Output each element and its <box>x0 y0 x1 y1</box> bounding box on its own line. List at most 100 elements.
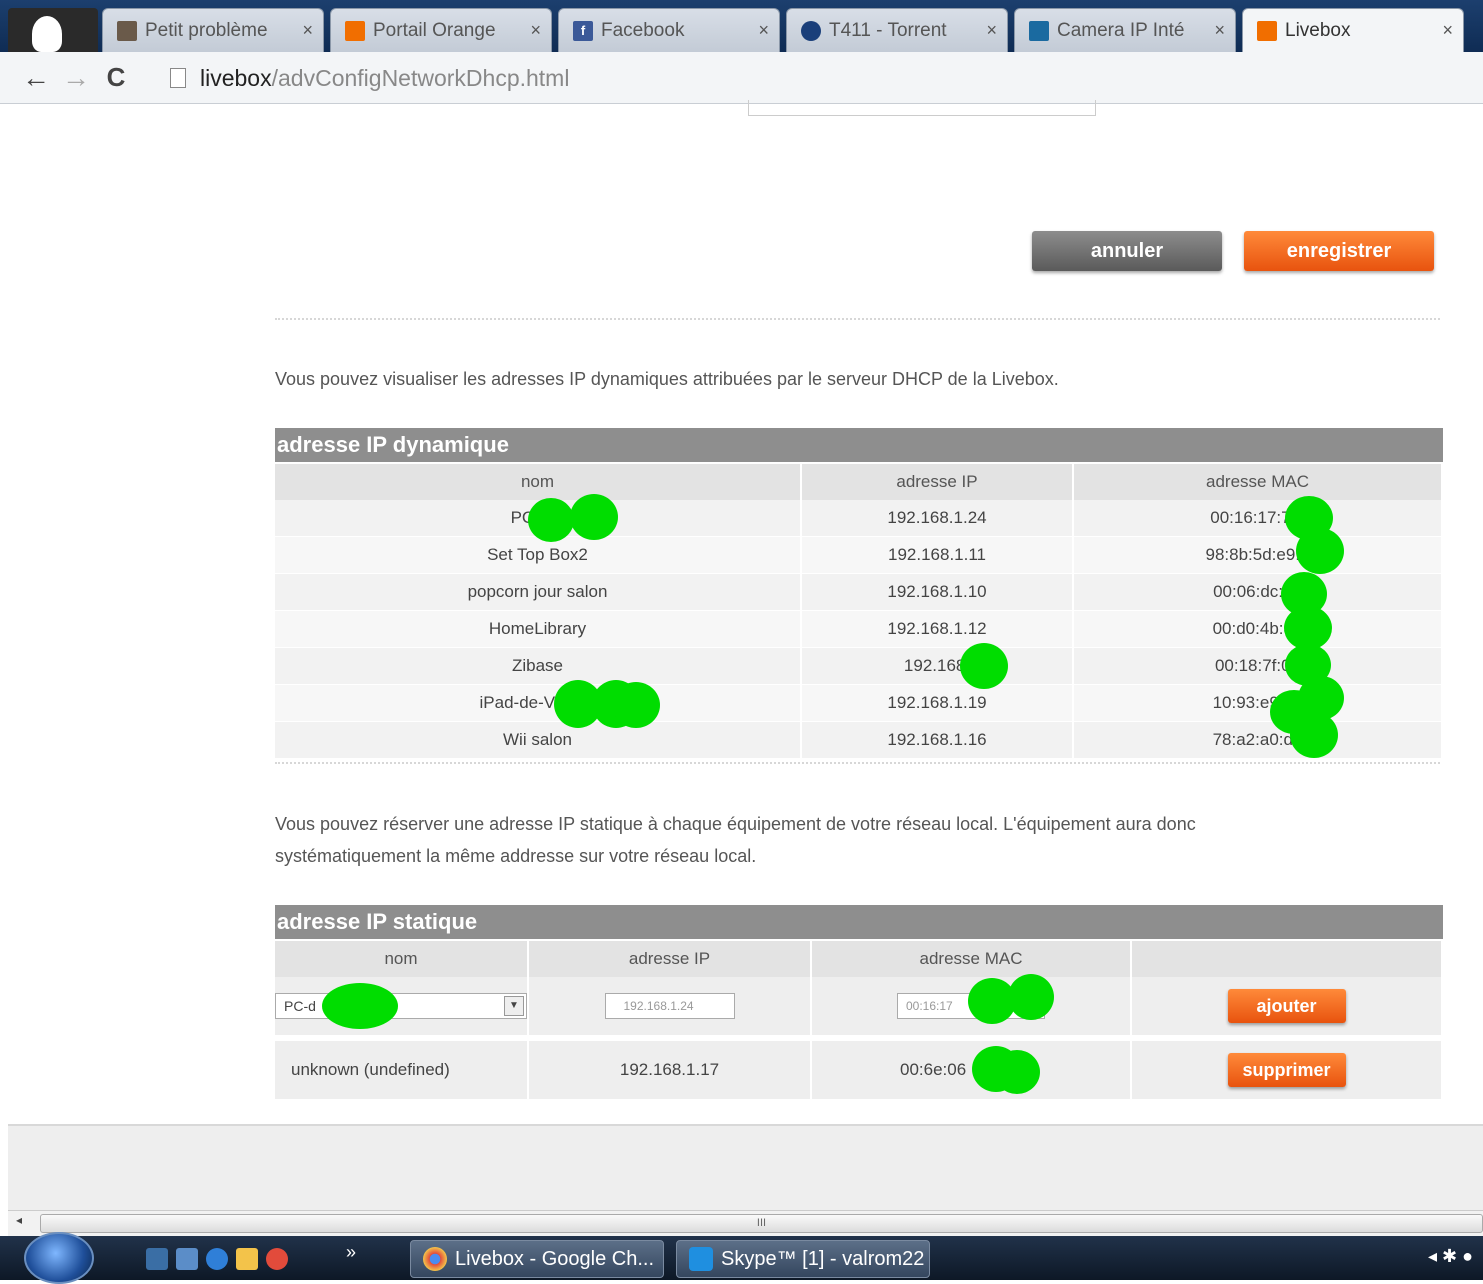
show-desktop-icon[interactable] <box>146 1248 168 1270</box>
tab-facebook[interactable]: f Facebook × <box>558 8 780 52</box>
switch-windows-icon[interactable] <box>176 1248 198 1270</box>
table-row: popcorn jour salon 192.168.1.10 00:06:dc… <box>275 574 1443 611</box>
ie-icon[interactable] <box>206 1248 228 1270</box>
device-ip: 192.168. <box>802 648 1074 685</box>
col-header-mac: adresse MAC <box>812 941 1132 977</box>
name-select-cell: PC-d ▼ <box>275 977 529 1041</box>
torrent-icon <box>801 20 821 41</box>
tab-portail-orange[interactable]: Portail Orange × <box>330 8 552 52</box>
col-header-ip: adresse IP <box>802 464 1074 500</box>
tab-livebox[interactable]: Livebox × <box>1242 8 1464 52</box>
redaction-mark <box>1008 974 1054 1020</box>
device-mac: 00:16:17:71: <box>1074 500 1443 537</box>
table-row: Set Top Box2 192.168.1.11 98:8b:5d:e9:1 <box>275 537 1443 574</box>
page-icon <box>170 68 186 88</box>
device-name-select-value: PC-d <box>284 998 316 1014</box>
device-mac: 00:d0:4b:89 <box>1074 611 1443 648</box>
url-host: livebox <box>200 64 272 91</box>
device-mac: 98:8b:5d:e9:1 <box>1074 537 1443 574</box>
dynamic-section-title: adresse IP dynamique <box>275 428 1443 462</box>
profile-avatar[interactable] <box>8 8 98 52</box>
col-header-ip: adresse IP <box>529 941 812 977</box>
redaction-mark <box>994 1050 1040 1094</box>
redaction-mark <box>322 983 398 1029</box>
url-path: /advConfigNetworkDhcp.html <box>271 64 570 91</box>
close-tab-icon[interactable]: × <box>1214 20 1225 41</box>
taskbar-window-label: Skype™ [1] - valrom22 <box>721 1247 925 1270</box>
table-row: Zibase 192.168. 00:18:7f:00 <box>275 648 1443 685</box>
orange-icon <box>345 20 365 41</box>
dynamic-ip-table: nom adresse IP adresse MAC PC-de- 192.16… <box>275 464 1443 759</box>
chrome-icon[interactable] <box>266 1248 288 1270</box>
orange-icon <box>1257 20 1277 41</box>
app-icon[interactable] <box>236 1248 258 1270</box>
device-mac: 00:18:7f:00 <box>1074 648 1443 685</box>
tab-petit-probleme[interactable]: Petit problème × <box>102 8 324 52</box>
redaction-mark <box>960 643 1008 689</box>
add-cell: ajouter <box>1132 977 1443 1041</box>
tab-title: Camera IP Inté <box>1057 19 1185 41</box>
delete-button[interactable]: supprimer <box>1227 1053 1346 1087</box>
facebook-icon: f <box>573 20 593 41</box>
device-name: iPad-de-Valerie <box>275 685 802 722</box>
tab-camera-ip[interactable]: Camera IP Inté × <box>1014 8 1236 52</box>
static-device-name: unknown (undefined) <box>275 1041 529 1105</box>
table-row: iPad-de-Valerie 192.168.1.19 10:93:e9:17 <box>275 685 1443 722</box>
static-form-row: PC-d ▼ 192.168.1.24 00:16:17 ajouter <box>275 977 1443 1041</box>
taskbar-window-skype[interactable]: Skype™ [1] - valrom22 <box>676 1240 930 1278</box>
device-ip: 192.168.1.12 <box>802 611 1074 648</box>
horizontal-scrollbar[interactable]: ◂ III <box>8 1210 1483 1236</box>
cancel-button[interactable]: annuler <box>1032 231 1222 271</box>
static-intro-line1: Vous pouvez réserver une adresse IP stat… <box>275 814 1196 834</box>
forward-icon[interactable]: → <box>56 62 96 94</box>
ip-input-cell: 192.168.1.24 <box>529 977 812 1041</box>
save-button[interactable]: enregistrer <box>1244 231 1434 271</box>
static-device-ip: 192.168.1.17 <box>529 1041 812 1105</box>
close-tab-icon[interactable]: × <box>530 20 541 41</box>
col-header-name: nom <box>275 941 529 977</box>
device-ip: 192.168.1.24 <box>802 500 1074 537</box>
divider <box>275 762 1440 764</box>
close-tab-icon[interactable]: × <box>1442 20 1453 41</box>
chevron-down-icon[interactable]: ▼ <box>504 996 524 1016</box>
scroll-left-icon[interactable]: ◂ <box>16 1213 22 1227</box>
device-mac: 78:a2:a0:d5 <box>1074 722 1443 759</box>
taskbar-window-label: Livebox - Google Ch... <box>455 1247 654 1270</box>
col-header-mac: adresse MAC <box>1074 464 1443 500</box>
redaction-mark <box>1290 712 1338 758</box>
device-mac: 10:93:e9:17 <box>1074 685 1443 722</box>
start-button[interactable] <box>24 1232 94 1284</box>
close-tab-icon[interactable]: × <box>758 20 769 41</box>
redaction-mark <box>1296 528 1344 574</box>
close-tab-icon[interactable]: × <box>302 20 313 41</box>
tab-title: Facebook <box>601 19 685 41</box>
device-ip: 192.168.1.11 <box>802 537 1074 574</box>
address-bar[interactable]: livebox/advConfigNetworkDhcp.html <box>170 60 1470 96</box>
avatar-icon <box>32 16 62 52</box>
back-icon[interactable]: ← <box>16 62 56 94</box>
reload-icon[interactable]: C <box>96 62 136 93</box>
camera-icon <box>1029 20 1049 41</box>
device-mac: 00:06:dc:81 <box>1074 574 1443 611</box>
taskbar-overflow[interactable]: » <box>346 1242 356 1263</box>
tab-t411[interactable]: T411 - Torrent × <box>786 8 1008 52</box>
tab-title: Petit problème <box>145 19 268 41</box>
taskbar-window-chrome[interactable]: Livebox - Google Ch... <box>410 1240 664 1278</box>
cut-off-field <box>748 100 1096 116</box>
redaction-mark <box>528 498 574 542</box>
system-tray[interactable]: ◂ ✱ ● <box>1428 1246 1473 1267</box>
col-header-name: nom <box>275 464 802 500</box>
divider <box>275 318 1440 320</box>
add-button[interactable]: ajouter <box>1227 989 1346 1023</box>
table-row: Wii salon 192.168.1.16 78:a2:a0:d5 <box>275 722 1443 759</box>
static-ip-input[interactable]: 192.168.1.24 <box>604 993 735 1019</box>
windows-taskbar: » Livebox - Google Ch... Skype™ [1] - va… <box>0 1232 1483 1284</box>
device-name-select[interactable]: PC-d ▼ <box>275 993 527 1019</box>
forum-icon <box>117 20 137 41</box>
scrollbar-thumb[interactable]: III <box>40 1214 1483 1233</box>
close-tab-icon[interactable]: × <box>986 20 997 41</box>
static-intro-line2: systématiquement la même addresse sur vo… <box>275 846 757 866</box>
device-name: Zibase <box>275 648 802 685</box>
device-name: Set Top Box2 <box>275 537 802 574</box>
device-ip: 192.168.1.16 <box>802 722 1074 759</box>
